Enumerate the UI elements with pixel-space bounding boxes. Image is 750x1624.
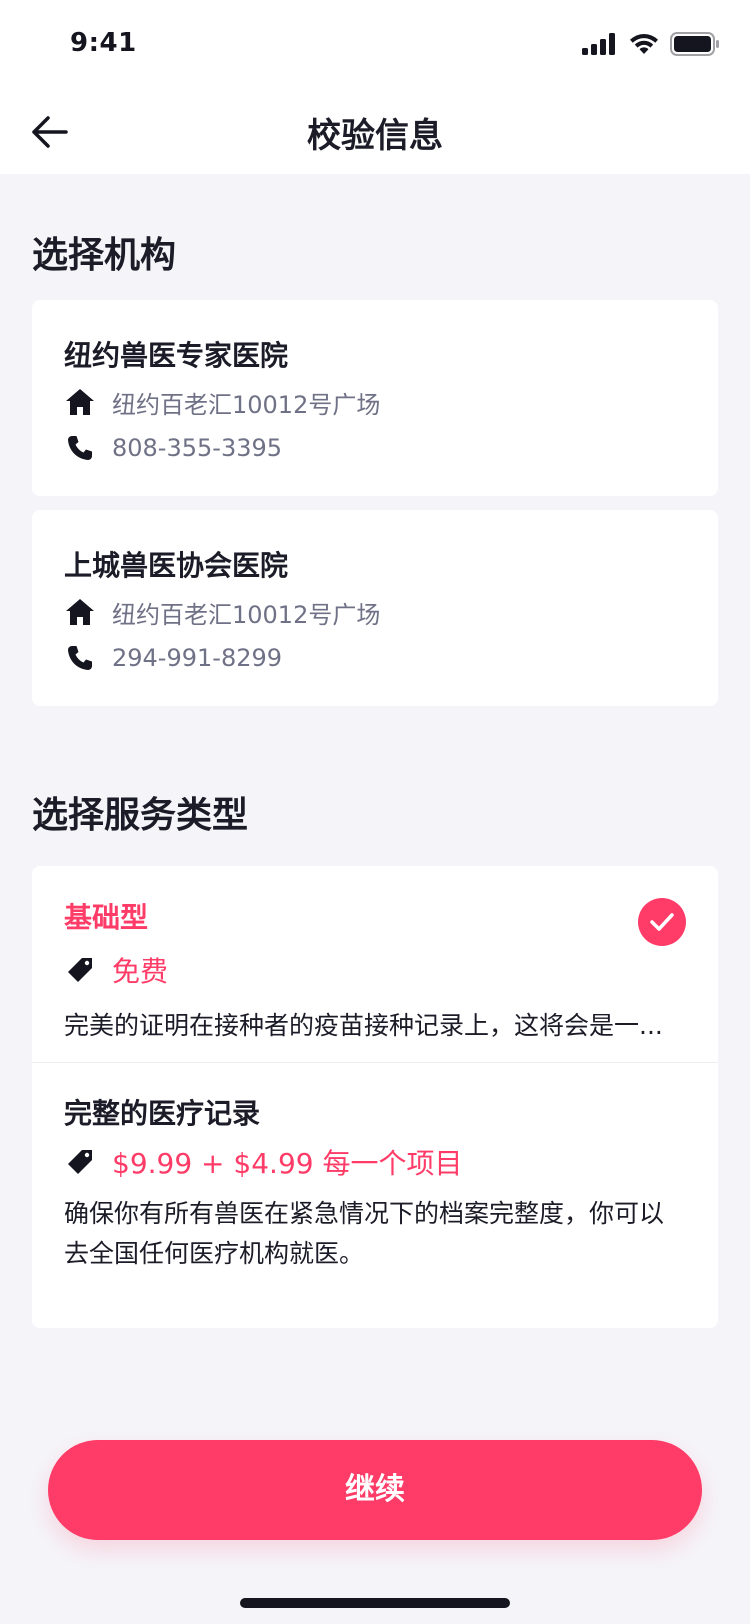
continue-button[interactable]: 继续 — [48, 1440, 702, 1540]
service-price-row: 免费 — [64, 950, 608, 990]
price-tag-icon — [64, 1146, 96, 1178]
home-indicator — [240, 1598, 510, 1608]
service-option-full[interactable]: 完整的医疗记录 $9.99 + $4.99 每一个项目 确保你有所有兽医在紧急情… — [64, 1094, 686, 1274]
service-price: 免费 — [112, 955, 169, 988]
service-description: 确保你有所有兽医在紧急情况下的档案完整度，你可以去全国任何医疗机构就医。 — [64, 1199, 665, 1268]
signal-icon — [582, 33, 618, 55]
wifi-icon — [628, 32, 660, 56]
clinic-card[interactable]: 纽约兽医专家医院 纽约百老汇10012号广场 808-355-3395 — [32, 300, 718, 496]
phone-icon — [64, 432, 96, 464]
section-title-institution: 选择机构 — [32, 235, 177, 276]
clinic-phone: 294-991-8299 — [112, 644, 283, 672]
clinic-name: 上城兽医协会医院 — [64, 549, 289, 582]
service-title: 完整的医疗记录 — [64, 1097, 261, 1130]
clinic-phone: 808-355-3395 — [112, 434, 283, 462]
status-time: 9:41 — [70, 28, 137, 58]
clinic-card[interactable]: 上城兽医协会医院 纽约百老汇10012号广场 294-991-8299 — [32, 510, 718, 706]
home-icon — [64, 386, 96, 418]
status-icons — [582, 32, 720, 56]
section-title-service: 选择服务类型 — [32, 795, 249, 836]
phone-icon — [64, 642, 96, 674]
clinic-address: 纽约百老汇10012号广场 — [112, 390, 381, 419]
price-tag-icon — [64, 954, 96, 986]
clinic-phone-row: 808-355-3395 — [64, 428, 686, 468]
screen: 9:41 校验信息 选择机构 纽约兽医专家医院 纽约百老汇10012号广场 80… — [0, 0, 750, 1624]
service-option-basic[interactable]: 基础型 免费 — [64, 898, 608, 990]
battery-icon — [670, 32, 720, 56]
divider — [32, 1062, 718, 1063]
clinic-phone-row: 294-991-8299 — [64, 638, 686, 678]
selected-check-icon[interactable] — [638, 898, 686, 946]
service-price: $9.99 + $4.99 每一个项目 — [112, 1147, 463, 1180]
page-title: 校验信息 — [307, 116, 443, 156]
clinic-address-row: 纽约百老汇10012号广场 — [64, 592, 686, 632]
service-description: 完美的证明在接种者的疫苗接种记录上，这将会是一... — [64, 1011, 663, 1040]
service-title: 基础型 — [64, 901, 149, 934]
service-card: 基础型 免费 完美的证明在接种者的疫苗接种记录上，这将会是一... 完整的医疗记… — [32, 866, 718, 1328]
service-price-row: $9.99 + $4.99 每一个项目 — [64, 1142, 686, 1182]
clinic-name: 纽约兽医专家医院 — [64, 339, 289, 372]
clinic-address-row: 纽约百老汇10012号广场 — [64, 382, 686, 422]
header-area: 9:41 校验信息 — [0, 0, 750, 174]
home-icon — [64, 596, 96, 628]
clinic-address: 纽约百老汇10012号广场 — [112, 600, 381, 629]
service-description-basic-wrap: 完美的证明在接种者的疫苗接种记录上，这将会是一... — [64, 994, 686, 1046]
